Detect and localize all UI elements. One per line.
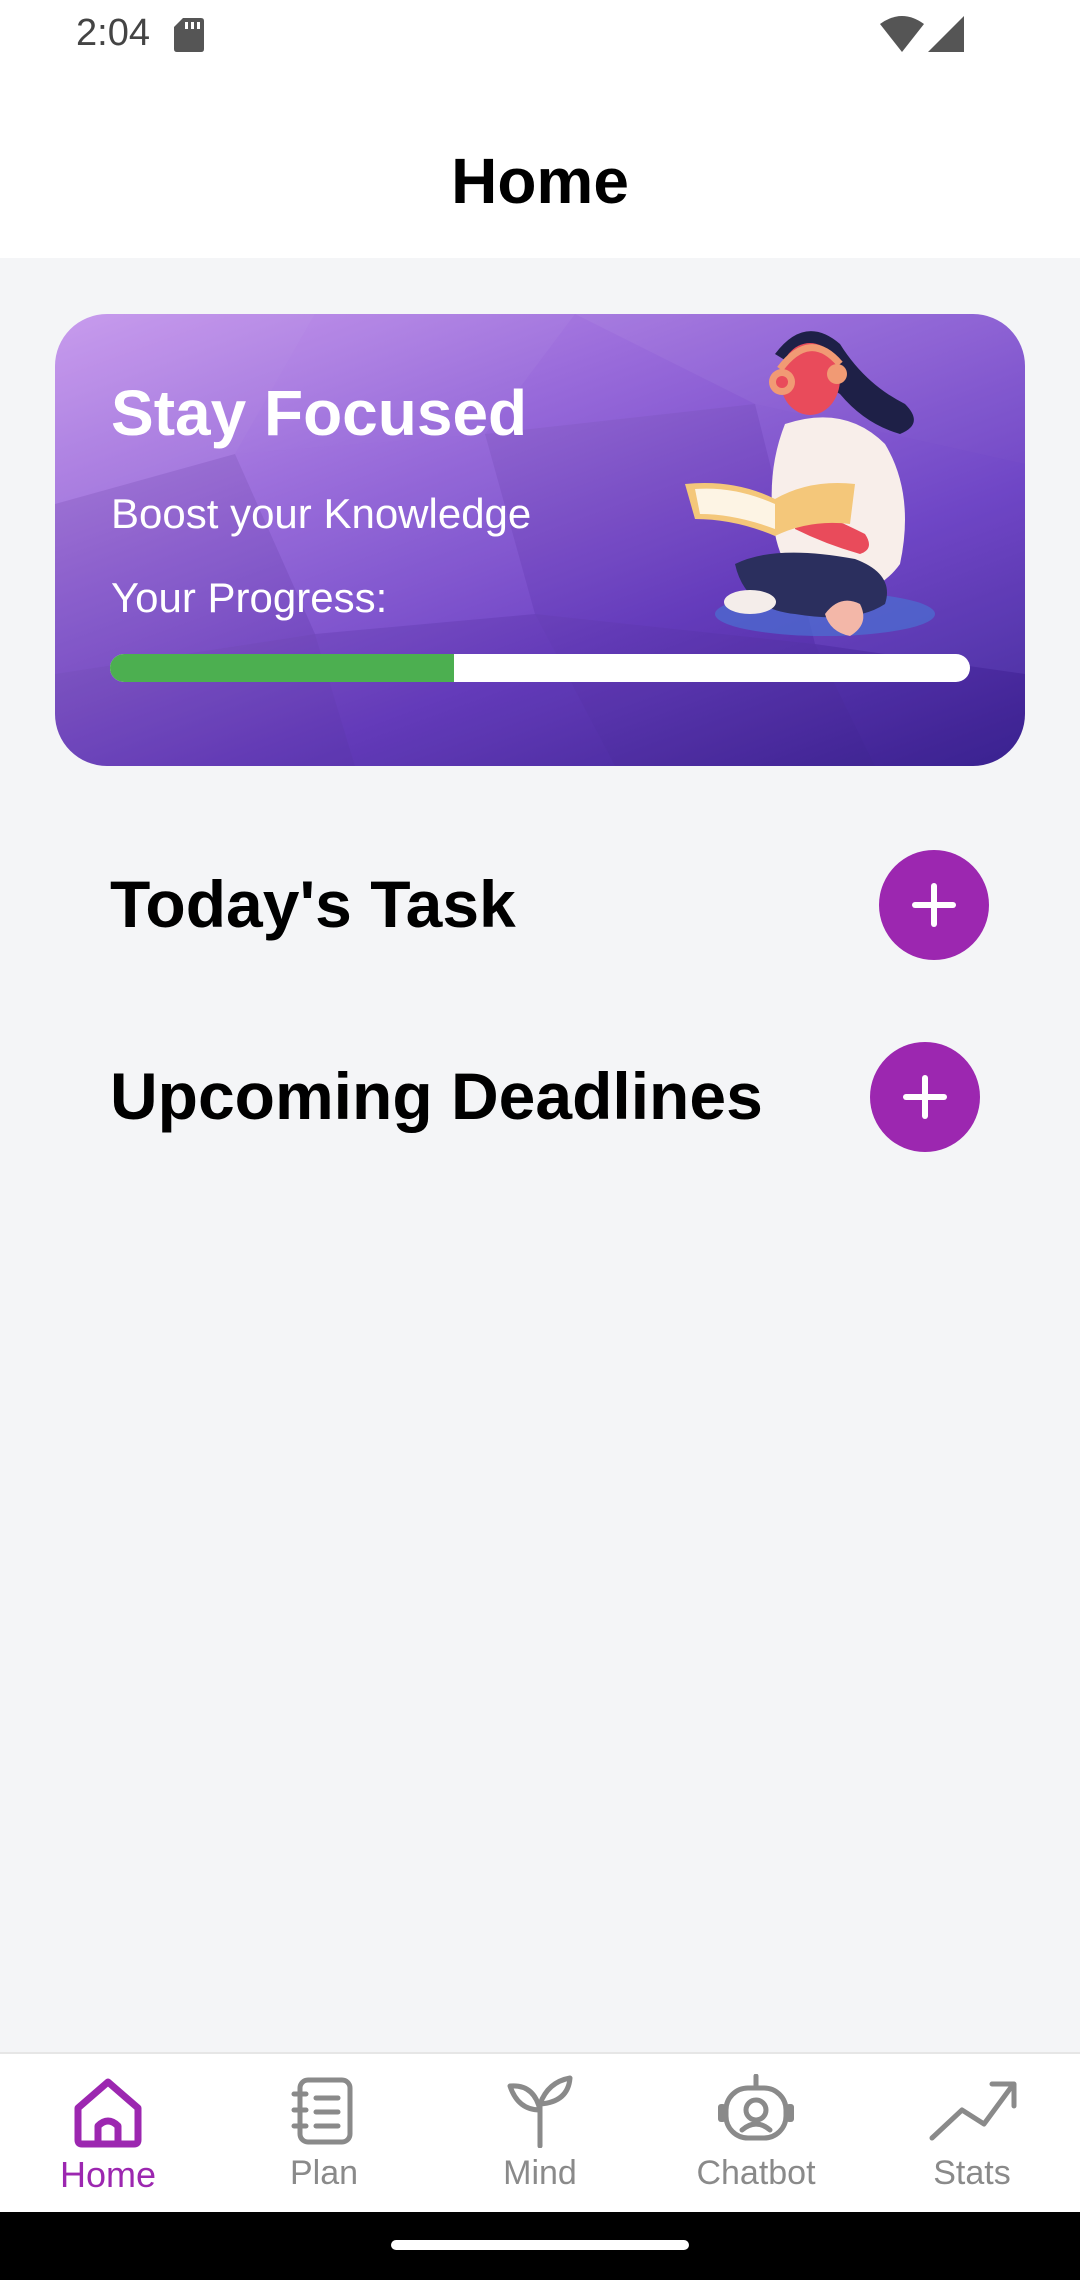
app-bar: Home: [0, 70, 1080, 258]
sd-card-icon: [174, 18, 204, 52]
add-deadline-button[interactable]: [870, 1042, 980, 1152]
nav-label-home: Home: [59, 2154, 157, 2195]
nav-item-plan[interactable]: Plan: [216, 2054, 432, 2214]
nav-item-chatbot[interactable]: Chatbot: [648, 2054, 864, 2214]
plus-icon: [903, 1075, 947, 1119]
sprout-icon: [507, 2075, 573, 2148]
system-navigation-bar: [0, 2212, 1080, 2280]
nav-label-stats: Stats: [933, 2154, 1011, 2192]
add-task-button[interactable]: [879, 850, 989, 960]
plus-icon: [912, 883, 956, 927]
home-icon: [74, 2078, 142, 2148]
banner-heading: Stay Focused: [111, 377, 528, 449]
progress-bar: [110, 654, 970, 682]
nav-label-mind: Mind: [503, 2154, 577, 2192]
upcoming-deadlines-title: Upcoming Deadlines: [110, 1059, 763, 1133]
status-time: 2:04: [76, 12, 150, 54]
home-indicator[interactable]: [391, 2240, 689, 2250]
banner-subheading: Boost your Knowledge: [111, 490, 532, 537]
progress-label: Your Progress:: [111, 574, 388, 621]
wifi-icon: [880, 16, 924, 52]
nav-item-mind[interactable]: Mind: [432, 2054, 648, 2214]
reading-person-illustration: [685, 331, 935, 636]
notebook-icon: [291, 2077, 353, 2145]
bottom-navigation: Home Plan Mind Chatbot Stats: [0, 2052, 1080, 2214]
nav-item-home[interactable]: Home: [0, 2054, 216, 2214]
trending-up-icon: [929, 2081, 1017, 2141]
focus-banner: Stay Focused Boost your Knowledge Your P…: [55, 314, 1025, 766]
nav-label-plan: Plan: [289, 2154, 359, 2192]
status-bar: 2:04: [0, 0, 1080, 70]
todays-task-title: Today's Task: [110, 867, 516, 941]
nav-item-stats[interactable]: Stats: [864, 2054, 1080, 2214]
robot-icon: [718, 2074, 794, 2141]
progress-bar-fill: [110, 654, 454, 682]
nav-label-chatbot: Chatbot: [696, 2154, 816, 2192]
page-title: Home: [451, 145, 629, 217]
signal-icon: [928, 16, 964, 52]
